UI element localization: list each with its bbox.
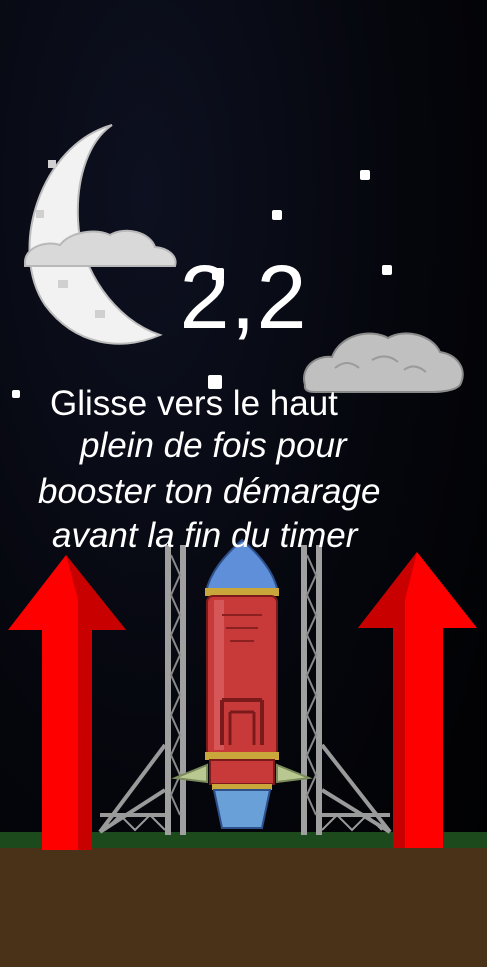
instruction-line-4: avant la fin du timer: [52, 516, 358, 555]
instruction-line-3: booster ton démarage: [38, 472, 381, 511]
instruction-line-1: Glisse vers le haut: [50, 384, 338, 423]
countdown-timer: 2,2: [179, 248, 308, 348]
game-scene[interactable]: 2,2 Glisse vers le haut plein de fois po…: [0, 0, 487, 967]
instruction-line-2: plein de fois pour: [80, 426, 347, 465]
